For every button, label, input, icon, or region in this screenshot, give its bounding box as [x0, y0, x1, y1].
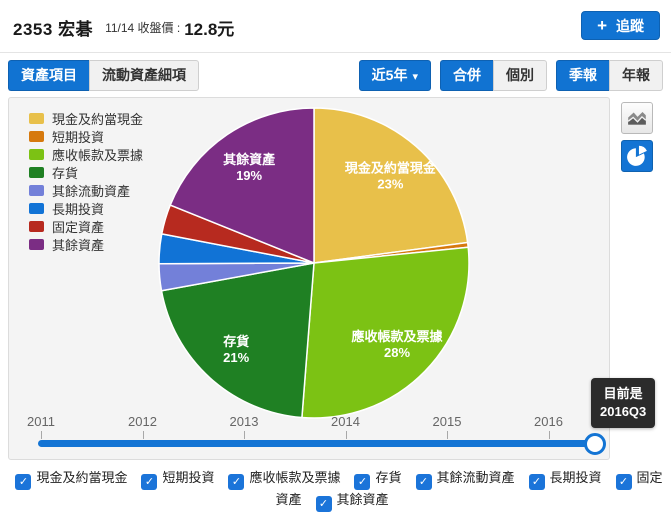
- legend-item[interactable]: 其餘流動資產: [29, 182, 143, 199]
- legend-swatch: [29, 221, 44, 232]
- stock-id: 2353: [13, 20, 53, 39]
- timeline-tick: [41, 431, 42, 439]
- legend-swatch: [29, 149, 44, 160]
- chart-legend: 現金及約當現金短期投資應收帳款及票據存貨其餘流動資產長期投資固定資產其餘資產: [29, 110, 143, 254]
- legend-item[interactable]: 長期投資: [29, 200, 143, 217]
- series-checkbox-item[interactable]: ✓其餘資產: [316, 492, 389, 507]
- series-checkbox-label: 現金及約當現金: [36, 470, 127, 485]
- series-checkbox-item[interactable]: ✓現金及約當現金: [15, 470, 127, 485]
- timeline-track[interactable]: [38, 440, 595, 447]
- timeline-year-label: 2014: [316, 414, 376, 429]
- chart-panel: 現金及約當現金短期投資應收帳款及票據存貨其餘流動資產長期投資固定資產其餘資產 現…: [8, 97, 610, 460]
- toolbar: 資產項目 流動資產細項 近5年▾ 合併 個別 季報 年報: [8, 60, 663, 91]
- series-checkbox-label: 長期投資: [550, 470, 602, 485]
- series-checkbox-label: 其餘資產: [337, 492, 389, 507]
- series-checkbox-item[interactable]: ✓短期投資: [141, 470, 214, 485]
- series-checkbox-item[interactable]: ✓應收帳款及票據: [228, 470, 340, 485]
- legend-swatch: [29, 185, 44, 196]
- chevron-down-icon: ▾: [412, 71, 418, 83]
- checkbox-checked-icon[interactable]: ✓: [616, 474, 632, 490]
- close-price-caption: 11/14 收盤價 :: [105, 19, 180, 36]
- timeline-year-label: 2012: [113, 414, 173, 429]
- price-date: 11/14: [105, 21, 134, 35]
- legend-label: 存貨: [52, 163, 78, 182]
- series-checkbox-row: ✓現金及約當現金✓短期投資✓應收帳款及票據✓存貨✓其餘流動資產✓長期投資✓固定資…: [4, 468, 667, 512]
- legend-label: 其餘資產: [52, 235, 104, 254]
- legend-item[interactable]: 短期投資: [29, 128, 143, 145]
- consolidation-toggle: 合併 個別: [440, 60, 547, 91]
- legend-label: 長期投資: [52, 199, 104, 218]
- checkbox-checked-icon[interactable]: ✓: [228, 474, 244, 490]
- tab-current-asset-detail[interactable]: 流動資產細項: [89, 60, 199, 91]
- legend-label: 固定資產: [52, 217, 104, 236]
- timeline-year-label: 2013: [214, 414, 274, 429]
- consolidated-button[interactable]: 合併: [440, 60, 493, 91]
- legend-label: 應收帳款及票據: [52, 145, 143, 164]
- legend-item[interactable]: 其餘資產: [29, 236, 143, 253]
- checkbox-checked-icon[interactable]: ✓: [354, 474, 370, 490]
- yearly-button[interactable]: 年報: [609, 60, 663, 91]
- timeline-tick: [143, 431, 144, 439]
- plus-icon: +: [597, 17, 607, 34]
- timeline-year-label: 2015: [417, 414, 477, 429]
- chart-type-toggles: [621, 102, 653, 178]
- checkbox-checked-icon[interactable]: ✓: [141, 474, 157, 490]
- legend-swatch: [29, 239, 44, 250]
- timeline-tick: [549, 431, 550, 439]
- legend-swatch: [29, 131, 44, 142]
- series-checkbox-label: 其餘流動資產: [437, 470, 515, 485]
- timeline-year-label: 2011: [11, 414, 71, 429]
- series-checkbox-item[interactable]: ✓其餘流動資產: [416, 470, 515, 485]
- checkbox-checked-icon[interactable]: ✓: [15, 474, 31, 490]
- tooltip-caption: 目前是: [600, 385, 646, 403]
- legend-item[interactable]: 現金及約當現金: [29, 110, 143, 127]
- pie-chart: 現金及約當現金23%應收帳款及票據28%存貨21%其餘資產19%: [149, 98, 479, 428]
- tooltip-period: 2016Q3: [600, 403, 646, 421]
- timeline-tick: [447, 431, 448, 439]
- series-checkbox-label: 存貨: [375, 470, 401, 485]
- series-checkbox-item[interactable]: ✓存貨: [354, 470, 401, 485]
- pie-chart-icon: [626, 145, 648, 167]
- pie-slice-label: 存貨21%: [223, 334, 249, 365]
- checkbox-checked-icon[interactable]: ✓: [416, 474, 432, 490]
- legend-item[interactable]: 應收帳款及票據: [29, 146, 143, 163]
- period-dropdown-button[interactable]: 近5年▾: [359, 60, 431, 91]
- legend-swatch: [29, 203, 44, 214]
- checkbox-checked-icon[interactable]: ✓: [529, 474, 545, 490]
- tab-asset-items[interactable]: 資產項目: [8, 60, 89, 91]
- area-chart-icon: [626, 107, 648, 129]
- report-frequency-toggle: 季報 年報: [556, 60, 663, 91]
- stock-title: 2353 宏碁: [13, 15, 93, 40]
- legend-label: 短期投資: [52, 127, 104, 146]
- legend-item[interactable]: 存貨: [29, 164, 143, 181]
- series-checkbox-label: 應收帳款及票據: [249, 470, 340, 485]
- series-checkbox-label: 短期投資: [162, 470, 214, 485]
- legend-swatch: [29, 113, 44, 124]
- stock-name: 宏碁: [58, 20, 93, 39]
- area-chart-toggle-button[interactable]: [621, 102, 653, 134]
- current-period-tooltip: 目前是 2016Q3: [591, 378, 655, 428]
- timeline-year-label: 2016: [519, 414, 579, 429]
- quarterly-button[interactable]: 季報: [556, 60, 609, 91]
- individual-button[interactable]: 個別: [493, 60, 547, 91]
- legend-label: 現金及約當現金: [52, 109, 143, 128]
- pie-chart-toggle-button[interactable]: [621, 140, 653, 172]
- dataset-tabs: 資產項目 流動資產細項: [8, 60, 199, 91]
- timeline-tick: [346, 431, 347, 439]
- checkbox-checked-icon[interactable]: ✓: [316, 496, 332, 512]
- close-price-value: 12.8元: [184, 15, 234, 40]
- header: 2353 宏碁 11/14 收盤價 : 12.8元 + 追蹤: [0, 0, 671, 53]
- timeline-handle[interactable]: [584, 433, 606, 455]
- legend-swatch: [29, 167, 44, 178]
- legend-item[interactable]: 固定資產: [29, 218, 143, 235]
- series-checkbox-item[interactable]: ✓長期投資: [529, 470, 602, 485]
- track-button[interactable]: + 追蹤: [581, 11, 660, 40]
- legend-label: 其餘流動資產: [52, 181, 130, 200]
- timeline-tick: [244, 431, 245, 439]
